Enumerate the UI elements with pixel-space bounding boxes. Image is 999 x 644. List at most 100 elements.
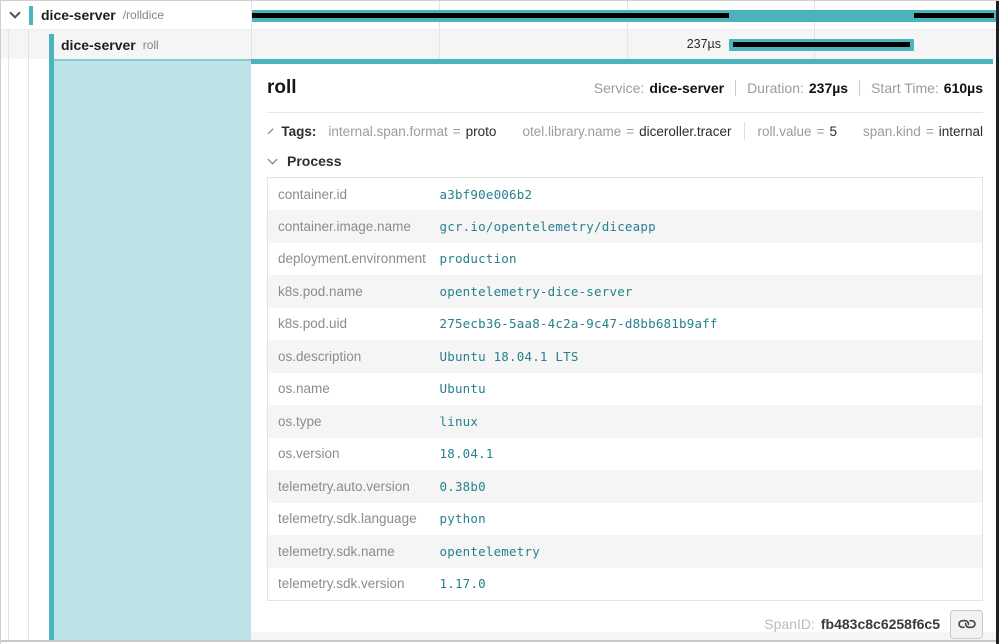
key-cell: k8s.pod.name (268, 275, 440, 308)
span-bar-child[interactable] (729, 39, 914, 51)
trace-view: dice-server /rolldice dice-server roll 2… (0, 0, 999, 644)
operation-name[interactable]: /rolldice (123, 8, 164, 22)
span-name-column[interactable]: dice-server roll (1, 30, 251, 59)
span-name-column[interactable]: dice-server /rolldice (1, 1, 251, 29)
span-overview: Service: dice-server Duration: 237µs Sta… (594, 80, 983, 96)
tag-key: otel.library.name (522, 124, 621, 139)
table-row: os.version 18.04.1 (268, 438, 983, 471)
service-name[interactable]: dice-server (41, 7, 116, 23)
table-row: container.image.name gcr.io/opentelemetr… (268, 210, 983, 243)
key-cell: telemetry.sdk.language (268, 503, 440, 536)
table-row: container.id a3bf90e006b2 (268, 178, 983, 211)
overview-divider (859, 80, 860, 96)
tag-key: span.kind (863, 124, 921, 139)
tag-item: otel.library.name = diceroller.tracer (522, 124, 731, 139)
detail-header: roll Service: dice-server Duration: 237µ… (267, 64, 983, 113)
table-row: telemetry.sdk.name opentelemetry (268, 535, 983, 568)
table-row: telemetry.sdk.language python (268, 503, 983, 536)
timeline-row[interactable] (251, 1, 997, 29)
value-cell: gcr.io/opentelemetry/diceapp (440, 210, 983, 243)
start-time-value: 610µs (944, 80, 983, 96)
tag-value: proto (466, 124, 497, 139)
table-row: k8s.pod.name opentelemetry-dice-server (268, 275, 983, 308)
detail-row-highlight[interactable] (54, 59, 251, 640)
equals-sign: = (926, 124, 934, 139)
value-cell: Ubuntu (440, 373, 983, 406)
span-color-chip (29, 6, 33, 25)
tag-value: diceroller.tracer (639, 124, 731, 139)
key-cell: os.description (268, 340, 440, 373)
equals-sign: = (817, 124, 825, 139)
spanid-label: SpanID: (764, 616, 815, 632)
table-row: k8s.pod.uid 275ecb36-5aa8-4c2a-9c47-d8bb… (268, 308, 983, 341)
value-cell: 0.38b0 (440, 470, 983, 503)
key-cell: k8s.pod.uid (268, 308, 440, 341)
span-detail-title: roll (267, 77, 297, 99)
chevron-down-icon[interactable] (268, 155, 278, 165)
service-name[interactable]: dice-server (61, 37, 136, 53)
chevron-down-icon[interactable] (9, 7, 20, 18)
detail-left-gutter (1, 59, 49, 640)
span-row-roll[interactable]: dice-server roll 237µs (1, 30, 997, 59)
duration-value: 237µs (809, 80, 848, 96)
span-row-rolldice[interactable]: dice-server /rolldice (1, 1, 997, 30)
value-cell: a3bf90e006b2 (440, 178, 983, 211)
span-bar-parent[interactable] (252, 10, 996, 22)
key-cell: telemetry.sdk.name (268, 535, 440, 568)
tags-label: Tags: (281, 124, 316, 139)
equals-sign: = (453, 124, 461, 139)
table-row: telemetry.auto.version 0.38b0 (268, 470, 983, 503)
indent-guide (28, 59, 29, 640)
spanid-value: fb483c8c6258f6c5 (821, 616, 940, 632)
table-row: os.description Ubuntu 18.04.1 LTS (268, 340, 983, 373)
span-self-time-segment (733, 42, 910, 47)
tag-item: internal.span.format = proto (328, 124, 496, 139)
key-cell: os.version (268, 438, 440, 471)
process-table: container.id a3bf90e006b2 container.imag… (267, 177, 983, 601)
tag-key: internal.span.format (328, 124, 447, 139)
chevron-right-icon[interactable] (268, 128, 274, 134)
tag-value: internal (939, 124, 983, 139)
tag-item: roll.value = 5 (758, 124, 837, 139)
value-cell: opentelemetry-dice-server (440, 275, 983, 308)
value-cell: linux (440, 405, 983, 438)
key-cell: telemetry.auto.version (268, 470, 440, 503)
key-cell: deployment.environment (268, 243, 440, 276)
span-self-time-segment (914, 13, 994, 18)
key-cell: container.image.name (268, 210, 440, 243)
table-row: os.name Ubuntu (268, 373, 983, 406)
span-detail-panel: roll Service: dice-server Duration: 237µ… (251, 59, 997, 640)
detail-footer: SpanID: fb483c8c6258f6c5 (267, 610, 983, 639)
table-row: os.type linux (268, 405, 983, 438)
key-cell: container.id (268, 178, 440, 211)
value-cell: 275ecb36-5aa8-4c2a-9c47-d8bb681b9aff (440, 308, 983, 341)
key-cell: os.name (268, 373, 440, 406)
link-icon (955, 613, 978, 636)
equals-sign: = (626, 124, 634, 139)
window-bottom-border (1, 640, 997, 642)
tag-key: roll.value (758, 124, 812, 139)
key-cell: telemetry.sdk.version (268, 568, 440, 601)
value-cell: opentelemetry (440, 535, 983, 568)
service-label: Service: (594, 80, 645, 96)
table-row: telemetry.sdk.version 1.17.0 (268, 568, 983, 601)
value-cell: python (440, 503, 983, 536)
timeline-row[interactable]: 237µs (251, 30, 997, 59)
service-value: dice-server (649, 80, 724, 96)
indent-guide (8, 59, 9, 640)
span-duration-label: 237µs (252, 30, 726, 59)
value-cell: 1.17.0 (440, 568, 983, 601)
tag-item: span.kind = internal (863, 124, 983, 139)
process-label: Process (287, 153, 341, 169)
span-self-time-segment (252, 13, 729, 18)
operation-name[interactable]: roll (143, 38, 159, 52)
tags-section-header[interactable]: Tags: internal.span.format = proto otel.… (267, 113, 983, 148)
table-row: deployment.environment production (268, 243, 983, 276)
value-cell: production (440, 243, 983, 276)
span-accent-bar (49, 34, 54, 640)
tag-value: 5 (829, 124, 837, 139)
deep-link-button[interactable] (950, 610, 983, 639)
duration-label: Duration: (747, 80, 804, 96)
value-cell: Ubuntu 18.04.1 LTS (440, 340, 983, 373)
process-section-header[interactable]: Process (267, 148, 983, 177)
